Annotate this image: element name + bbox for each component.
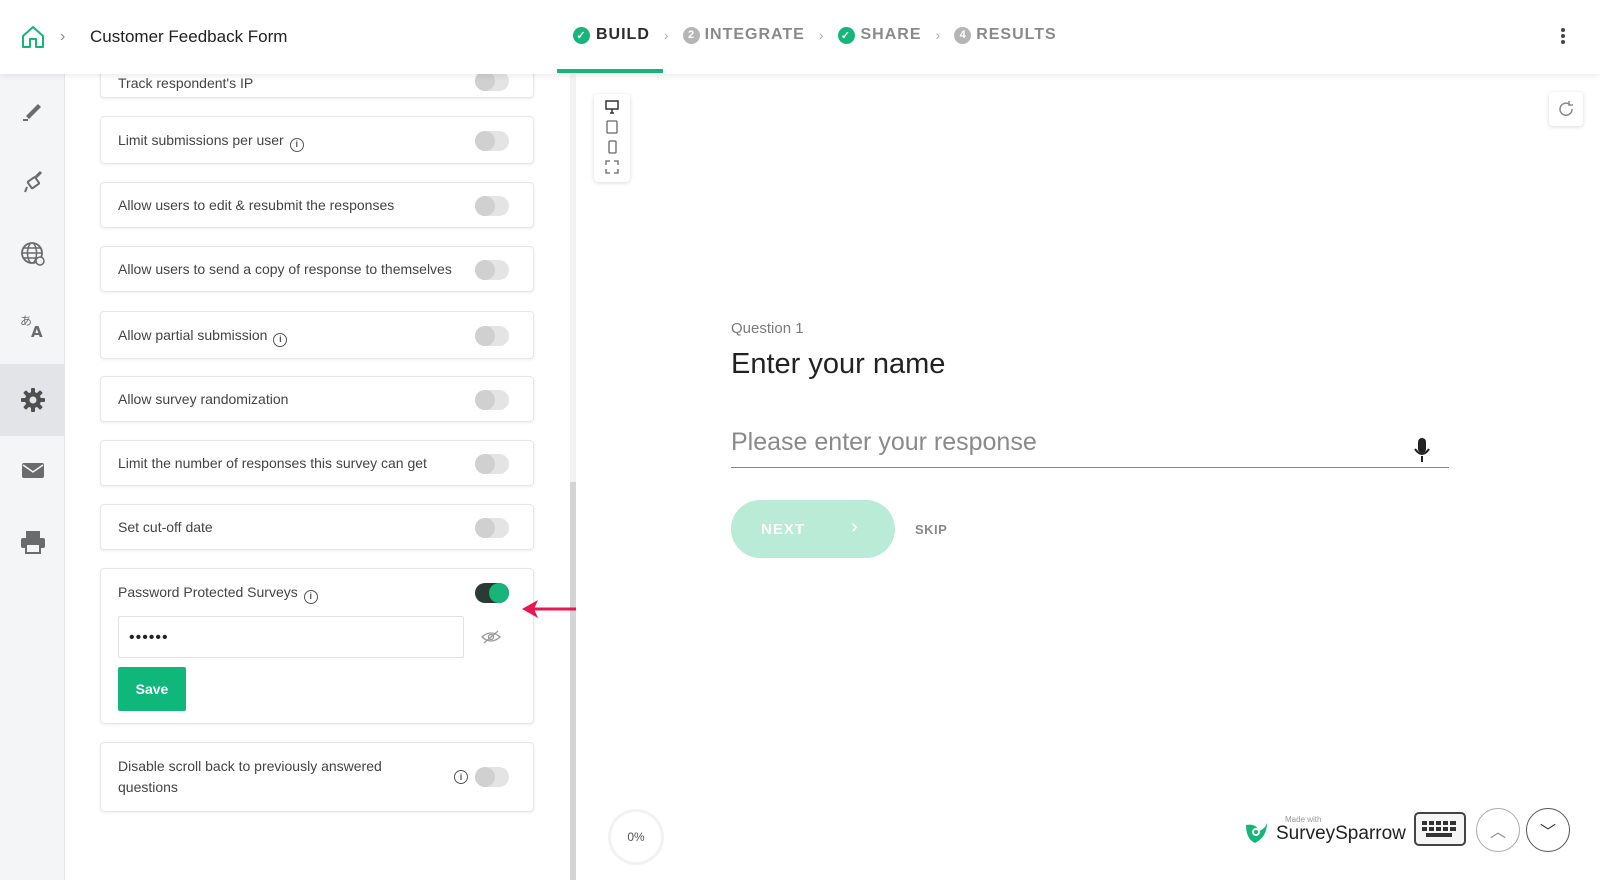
response-input[interactable]: Please enter your response	[731, 428, 1449, 468]
survey-preview	[576, 74, 1600, 880]
skip-button[interactable]: SKIP	[915, 522, 947, 537]
settings-panel: Track respondent's IP Limit submissions …	[65, 74, 570, 880]
setting-disable-scroll-back: Disable scroll back to previously answer…	[100, 742, 534, 812]
toggle-switch-on[interactable]	[475, 583, 509, 603]
setting-label: Disable scroll back to previously answer…	[118, 758, 382, 795]
toggle-switch[interactable]	[475, 131, 509, 151]
scroll-down-button[interactable]: ﹀	[1526, 808, 1570, 852]
check-icon: ✓	[573, 26, 590, 44]
setting-password-protected: Password Protected Surveys i •••••• Save	[100, 568, 534, 724]
next-button[interactable]: NEXT ›	[731, 500, 895, 558]
step-share-label: SHARE	[860, 26, 922, 43]
globe-icon[interactable]	[0, 218, 65, 290]
brand-name: SurveySparrow	[1276, 823, 1406, 844]
setting-track-ip: Track respondent's IP	[100, 74, 534, 98]
refresh-preview-button[interactable]	[1549, 92, 1583, 126]
sidebar: あA	[0, 74, 65, 880]
setting-label: Password Protected Surveys i	[118, 582, 318, 604]
toggle-switch[interactable]	[475, 260, 509, 280]
chevron-down-icon: ﹀	[1539, 824, 1556, 841]
step-build[interactable]: ✓ BUILD	[573, 26, 650, 44]
sparrow-logo-icon	[1246, 823, 1267, 843]
step-integrate[interactable]: 2 INTEGRATE	[682, 26, 805, 44]
keyboard-icon	[1422, 821, 1456, 837]
setting-cutoff-date: Set cut-off date	[100, 504, 534, 550]
step-number-badge: 4	[954, 26, 972, 44]
setting-edit-resubmit: Allow users to edit & resubmit the respo…	[100, 182, 534, 228]
question-number: Question 1	[731, 320, 804, 337]
step-navigation: ✓ BUILD › 2 INTEGRATE › ✓ SHARE › 4 RESU…	[573, 26, 1057, 44]
chevron-right-icon: ›	[663, 27, 669, 43]
setting-label: Track respondent's IP	[118, 75, 254, 91]
surveysparrow-branding[interactable]: Made with SurveySparrow	[1243, 815, 1406, 851]
toggle-switch[interactable]	[475, 196, 509, 216]
toggle-switch[interactable]	[475, 326, 509, 346]
setting-send-copy: Allow users to send a copy of response t…	[100, 246, 534, 292]
setting-partial-submission: Allow partial submission i	[100, 311, 534, 359]
scroll-up-button[interactable]: ︿	[1476, 808, 1520, 852]
save-button[interactable]: Save	[118, 667, 186, 711]
toggle-switch[interactable]	[475, 767, 509, 787]
fullscreen-icon[interactable]	[605, 160, 619, 174]
refresh-icon	[1559, 101, 1573, 116]
toggle-switch[interactable]	[475, 518, 509, 538]
translate-icon[interactable]: あA	[0, 290, 65, 362]
top-bar: › Customer Feedback Form ✓ BUILD › 2 INT…	[0, 0, 1600, 74]
step-share[interactable]: ✓ SHARE	[837, 26, 922, 44]
question-title: Enter your name	[731, 348, 946, 380]
setting-randomization: Allow survey randomization	[100, 376, 534, 422]
device-switcher	[594, 94, 630, 182]
step-results[interactable]: 4 RESULTS	[954, 26, 1056, 44]
chevron-up-icon: ︿	[1489, 824, 1506, 841]
active-step-underline	[557, 69, 663, 73]
setting-label: Allow survey randomization	[118, 391, 289, 407]
info-icon[interactable]: i	[289, 137, 304, 152]
home-icon[interactable]	[20, 24, 46, 50]
setting-limit-per-user: Limit submissions per user i	[100, 116, 534, 164]
chevron-right-icon: ›	[851, 516, 859, 538]
mail-icon[interactable]	[0, 434, 65, 506]
chevron-right-icon: ›	[935, 27, 941, 43]
step-results-label: RESULTS	[976, 26, 1057, 43]
more-options-icon[interactable]	[1560, 27, 1566, 47]
toggle-switch[interactable]	[475, 454, 509, 474]
setting-label: Allow users to send a copy of response t…	[118, 261, 452, 277]
paint-brush-icon[interactable]	[0, 146, 65, 218]
info-icon[interactable]: i	[273, 332, 288, 347]
microphone-icon[interactable]	[1413, 437, 1431, 463]
next-label: NEXT	[761, 520, 806, 538]
tablet-icon[interactable]	[605, 120, 619, 134]
step-integrate-label: INTEGRATE	[704, 26, 805, 43]
password-field[interactable]: ••••••	[118, 616, 464, 658]
mobile-icon[interactable]	[605, 140, 619, 154]
setting-label: Allow partial submission i	[118, 325, 288, 347]
gear-icon[interactable]	[0, 364, 65, 436]
setting-label: Limit the number of responses this surve…	[118, 455, 427, 471]
step-number-badge: 2	[682, 26, 700, 44]
keyboard-shortcuts-button[interactable]	[1414, 812, 1466, 846]
setting-label: Limit submissions per user i	[118, 130, 304, 152]
check-icon: ✓	[837, 26, 855, 44]
edit-icon[interactable]	[0, 74, 65, 146]
setting-label: Allow users to edit & resubmit the respo…	[118, 197, 395, 213]
setting-limit-responses: Limit the number of responses this surve…	[100, 440, 534, 486]
printer-icon[interactable]	[0, 506, 65, 578]
setting-label: Set cut-off date	[118, 519, 213, 535]
progress-indicator: 0%	[611, 812, 661, 862]
chevron-right-icon: ›	[818, 27, 824, 43]
breadcrumb-chevron-icon: ›	[60, 28, 66, 45]
step-build-label: BUILD	[596, 26, 650, 43]
toggle-switch[interactable]	[475, 74, 509, 91]
info-icon[interactable]: i	[303, 589, 318, 604]
eye-off-icon[interactable]	[481, 629, 501, 645]
toggle-switch[interactable]	[475, 390, 509, 410]
svg-text:A: A	[31, 323, 43, 340]
desktop-icon[interactable]	[605, 100, 619, 114]
survey-title[interactable]: Customer Feedback Form	[90, 27, 287, 47]
info-icon[interactable]: i	[454, 770, 468, 784]
